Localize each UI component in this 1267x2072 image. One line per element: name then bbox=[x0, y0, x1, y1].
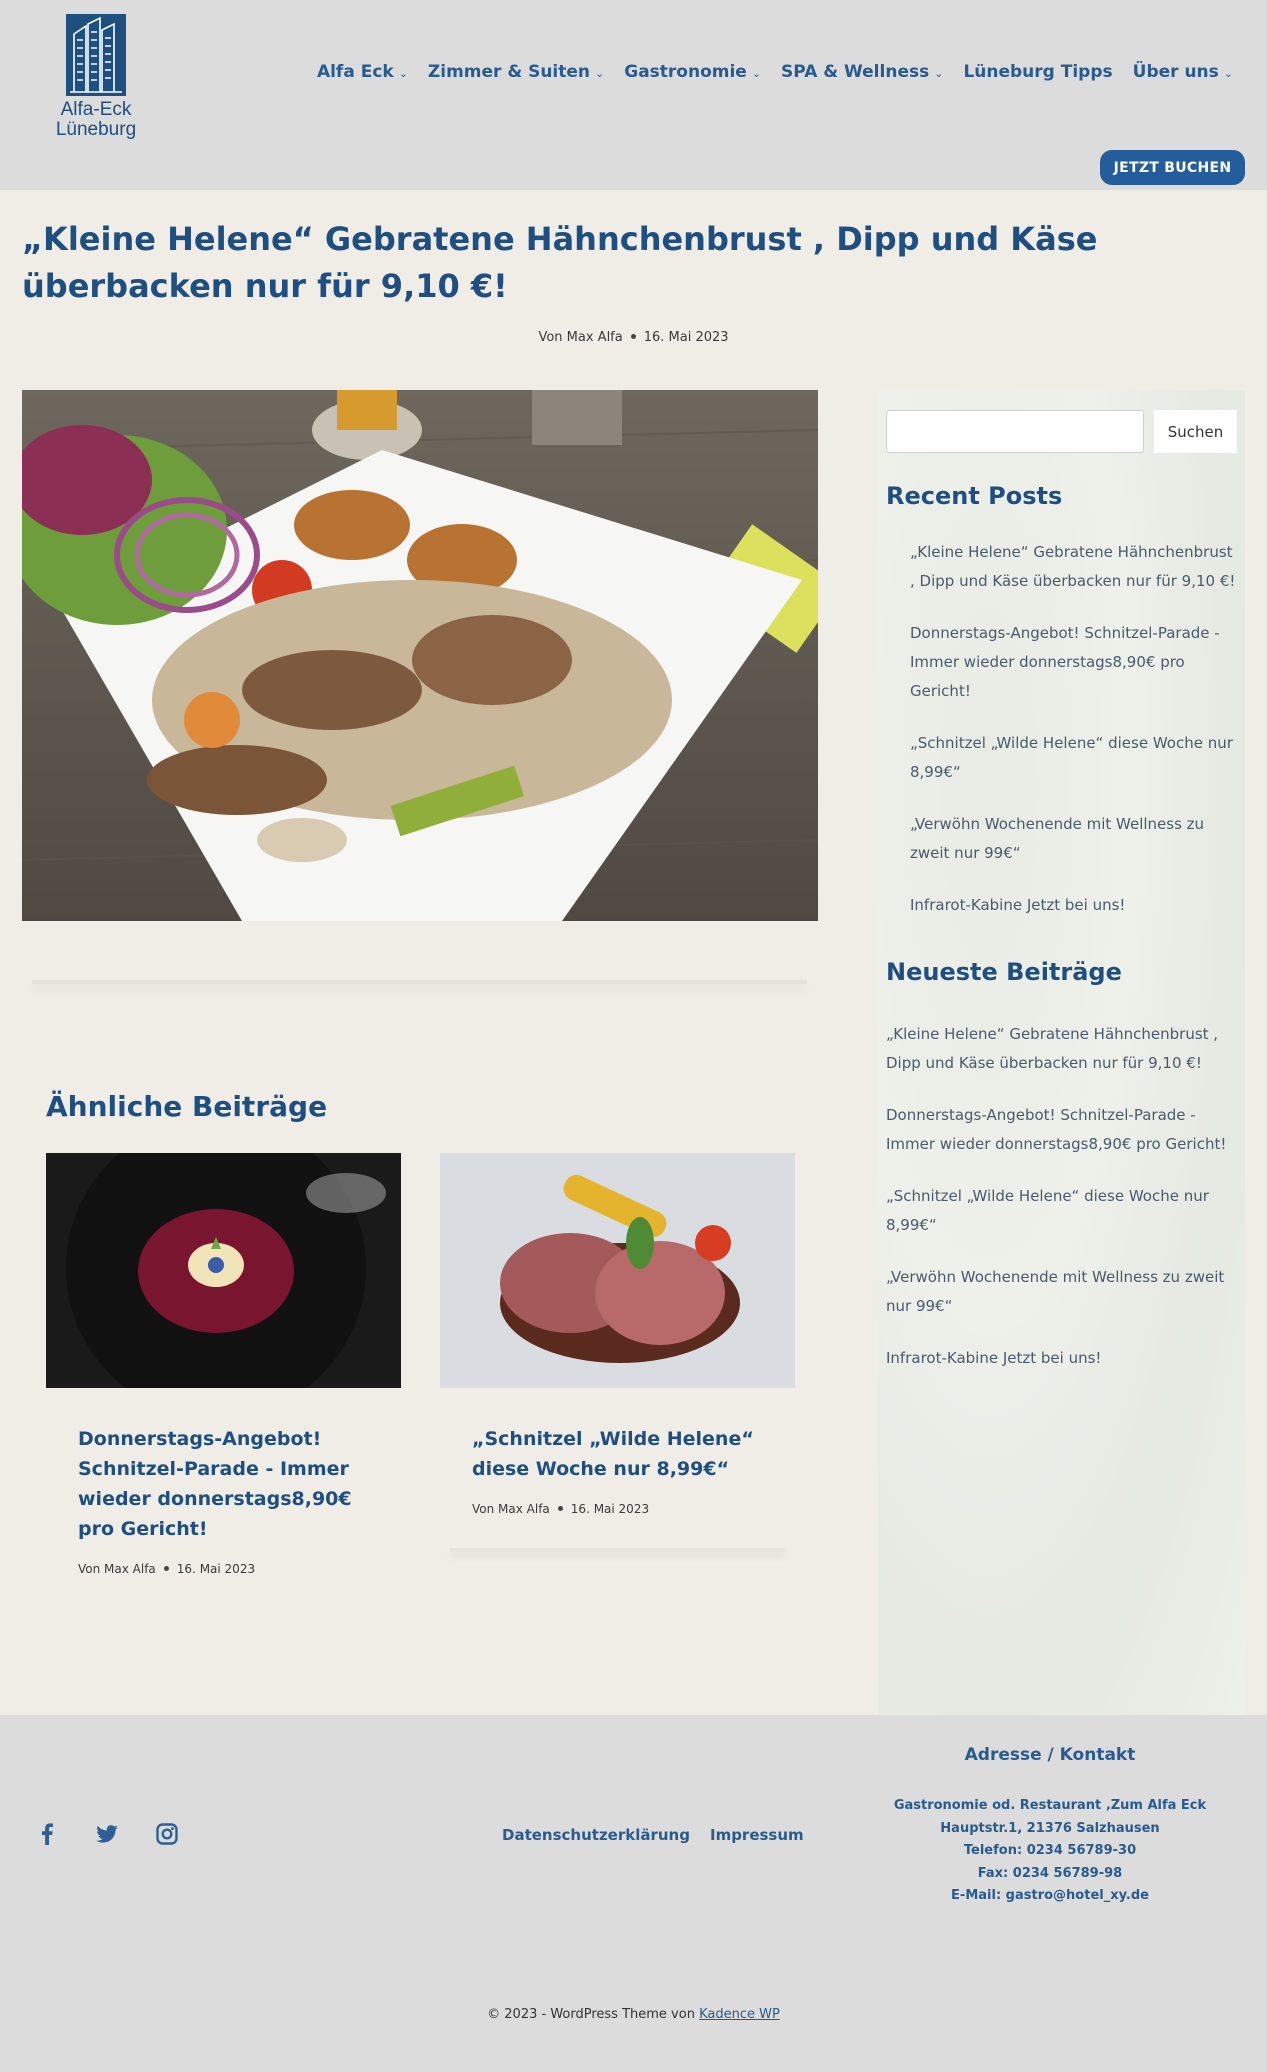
privacy-link[interactable]: Datenschutzerklärung bbox=[502, 1826, 690, 1844]
recent-post-link[interactable]: „Kleine Helene“ Gebratene Hähnchenbrust … bbox=[910, 543, 1235, 590]
search-button[interactable]: Suchen bbox=[1154, 410, 1237, 453]
related-card-meta: Von Max Alfa 16. Mai 2023 bbox=[78, 1562, 369, 1576]
recent-post-link[interactable]: Infrarot-Kabine Jetzt bei uns! bbox=[910, 896, 1125, 914]
post-meta: Von Max Alfa 16. Mai 2023 bbox=[0, 330, 1267, 345]
nav-label: Zimmer & Suiten bbox=[427, 62, 591, 82]
site-footer: Datenschutzerklärung Impressum Adresse /… bbox=[0, 1715, 1267, 2072]
card-date: 16. Mai 2023 bbox=[570, 1502, 650, 1516]
address-contact: Adresse / Kontakt Gastronomie od. Restau… bbox=[860, 1745, 1240, 1908]
site-header: Alfa-Eck Lüneburg Alfa Eck ⌄ Zimmer & Su… bbox=[0, 0, 1267, 190]
address-heading: Adresse / Kontakt bbox=[964, 1745, 1136, 1765]
card-author[interactable]: Von Max Alfa bbox=[78, 1562, 156, 1576]
related-card-2: „Schnitzel „Wilde Helene“ diese Woche nu… bbox=[440, 1153, 795, 1552]
chevron-down-icon: ⌄ bbox=[751, 66, 762, 80]
recent-posts-list: „Kleine Helene“ Gebratene Hähnchenbrust … bbox=[910, 538, 1240, 943]
footer-links: Datenschutzerklärung Impressum bbox=[502, 1826, 804, 1844]
instagram-icon[interactable] bbox=[156, 1823, 178, 1845]
related-posts-heading: Ähnliche Beiträge bbox=[46, 1090, 328, 1123]
site-logo[interactable]: Alfa-Eck Lüneburg bbox=[50, 14, 142, 140]
logo-text-line2: Lüneburg bbox=[55, 119, 137, 140]
email-line: E-Mail: gastro@hotel_xy.de bbox=[951, 1888, 1149, 1903]
nav-label: SPA & Wellness bbox=[781, 62, 930, 82]
nav-item-zimmer-suiten[interactable]: Zimmer & Suiten ⌄ bbox=[428, 62, 604, 82]
address-line: Gastronomie od. Restaurant ‚Zum Alfa Eck bbox=[893, 1798, 1207, 1813]
card-date: 16. Mai 2023 bbox=[176, 1562, 256, 1576]
related-card-title[interactable]: „Schnitzel „Wilde Helene“ diese Woche nu… bbox=[472, 1424, 763, 1484]
recent-post-link[interactable]: „Schnitzel „Wilde Helene“ diese Woche nu… bbox=[910, 734, 1233, 781]
newest-post-link[interactable]: „Kleine Helene“ Gebratene Hähnchenbrust … bbox=[886, 1025, 1218, 1072]
nav-item-gastronomie[interactable]: Gastronomie ⌄ bbox=[624, 62, 761, 82]
fax-line: Fax: 0234 56789-98 bbox=[977, 1865, 1123, 1881]
nav-item-alfa-eck[interactable]: Alfa Eck ⌄ bbox=[317, 62, 408, 82]
nav-label: Gastronomie bbox=[624, 62, 747, 82]
recent-post-link[interactable]: Donnerstags-Angebot! Schnitzel-Parade - … bbox=[910, 624, 1220, 700]
phone-line: Telefon: 0234 56789-30 bbox=[963, 1843, 1137, 1858]
related-card-image[interactable] bbox=[46, 1153, 401, 1388]
newest-posts-heading: Neueste Beiträge bbox=[886, 958, 1122, 986]
book-now-button[interactable]: JETZT BUCHEN bbox=[1100, 150, 1245, 185]
article-footer-divider bbox=[32, 980, 807, 984]
social-links bbox=[36, 1823, 178, 1845]
copyright: © 2023 - WordPress Theme von Kadence WP bbox=[0, 2007, 1267, 2022]
post-author[interactable]: Von Max Alfa bbox=[538, 330, 622, 345]
post-date: 16. Mai 2023 bbox=[643, 330, 729, 345]
building-logo-icon bbox=[66, 14, 126, 96]
logo-text-line1: Alfa-Eck bbox=[60, 99, 132, 120]
main-nav: Alfa Eck ⌄ Zimmer & Suiten ⌄ Gastronomie… bbox=[317, 62, 1233, 82]
chevron-down-icon: ⌄ bbox=[595, 66, 605, 80]
twitter-icon[interactable] bbox=[96, 1823, 118, 1845]
copyright-text: © 2023 - WordPress Theme von bbox=[487, 2007, 695, 2022]
sidebar: Suchen Recent Posts „Kleine Helene“ Gebr… bbox=[878, 390, 1245, 1715]
newest-post-link[interactable]: Infrarot-Kabine Jetzt bei uns! bbox=[886, 1349, 1101, 1367]
search-input[interactable] bbox=[886, 410, 1144, 453]
nav-label: Über uns bbox=[1132, 62, 1219, 82]
address-line: Hauptstr.1, 21376 Salzhausen bbox=[940, 1820, 1160, 1836]
meta-separator bbox=[557, 1506, 563, 1511]
card-divider bbox=[450, 1548, 785, 1552]
recent-post-link[interactable]: „Verwöhn Wochenende mit Wellness zu zwei… bbox=[910, 815, 1204, 862]
related-card-image[interactable] bbox=[440, 1153, 795, 1388]
nav-item-lueneburg-tipps[interactable]: Lüneburg Tipps bbox=[963, 62, 1112, 82]
newest-post-link[interactable]: Donnerstags-Angebot! Schnitzel-Parade - … bbox=[886, 1106, 1226, 1153]
address-lines: Gastronomie od. Restaurant ‚Zum Alfa Eck… bbox=[860, 1795, 1240, 1908]
imprint-link[interactable]: Impressum bbox=[710, 1826, 804, 1844]
recent-posts-heading: Recent Posts bbox=[886, 482, 1063, 510]
chevron-down-icon: ⌄ bbox=[1223, 66, 1233, 80]
nav-label: Lüneburg Tipps bbox=[963, 62, 1113, 82]
related-card-meta: Von Max Alfa 16. Mai 2023 bbox=[472, 1502, 763, 1516]
newest-posts-list: „Kleine Helene“ Gebratene Hähnchenbrust … bbox=[886, 1020, 1241, 1396]
meta-separator bbox=[163, 1566, 169, 1571]
newest-post-link[interactable]: „Schnitzel „Wilde Helene“ diese Woche nu… bbox=[886, 1187, 1209, 1234]
newest-post-link[interactable]: „Verwöhn Wochenende mit Wellness zu zwei… bbox=[886, 1268, 1224, 1315]
nav-label: Alfa Eck bbox=[316, 62, 394, 82]
related-card-title[interactable]: Donnerstags-Angebot! Schnitzel-Parade - … bbox=[78, 1424, 369, 1544]
related-card-1: Donnerstags-Angebot! Schnitzel-Parade - … bbox=[46, 1153, 401, 1576]
facebook-icon[interactable] bbox=[36, 1823, 58, 1845]
card-author[interactable]: Von Max Alfa bbox=[472, 1502, 550, 1516]
nav-item-ueber-uns[interactable]: Über uns ⌄ bbox=[1133, 62, 1233, 82]
theme-link[interactable]: Kadence WP bbox=[699, 2007, 780, 2022]
chevron-down-icon: ⌄ bbox=[934, 66, 944, 80]
chevron-down-icon: ⌄ bbox=[398, 66, 408, 80]
featured-image bbox=[22, 390, 818, 921]
nav-item-spa-wellness[interactable]: SPA & Wellness ⌄ bbox=[781, 62, 943, 82]
post-title: „Kleine Helene“ Gebratene Hähnchenbrust … bbox=[22, 220, 1098, 305]
meta-separator bbox=[630, 334, 636, 339]
